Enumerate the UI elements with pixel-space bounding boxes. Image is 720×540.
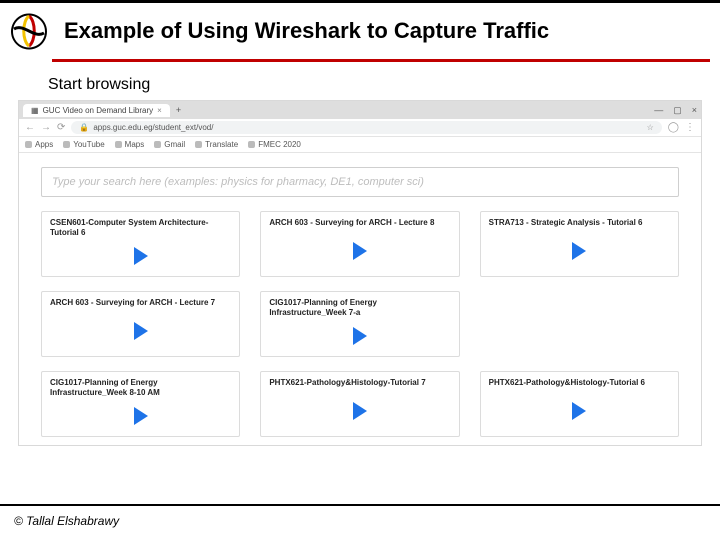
- video-card[interactable]: STRA713 - Strategic Analysis - Tutorial …: [480, 211, 679, 277]
- video-card[interactable]: ARCH 603 - Surveying for ARCH - Lecture …: [260, 211, 459, 277]
- bookmark-icon: [154, 141, 161, 148]
- tab-title: GUC Video on Demand Library: [43, 106, 154, 115]
- bookmark-label: Gmail: [164, 140, 185, 149]
- slide-header: Example of Using Wireshark to Capture Tr…: [0, 0, 720, 55]
- bookmark-label: Translate: [205, 140, 238, 149]
- play-icon[interactable]: [353, 242, 367, 260]
- play-icon[interactable]: [572, 242, 586, 260]
- bookmarks-bar: Apps YouTube Maps Gmail Translate FMEC 2…: [19, 137, 701, 153]
- video-card[interactable]: PHTX621-Pathology&Histology-Tutorial 6: [480, 371, 679, 437]
- video-card[interactable]: CIG1017-Planning of Energy Infrastructur…: [260, 291, 459, 357]
- tab-favicon: ▦: [31, 106, 39, 115]
- tab-close-icon[interactable]: ×: [157, 106, 162, 115]
- video-title: CSEN601-Computer System Architecture-Tut…: [50, 218, 231, 237]
- bookmark-icon: [195, 141, 202, 148]
- browser-tabbar: ▦ GUC Video on Demand Library × + — ▢ ×: [19, 101, 701, 119]
- search-input[interactable]: Type your search here (examples: physics…: [41, 167, 679, 197]
- video-title: CIG1017-Planning of Energy Infrastructur…: [269, 298, 450, 317]
- play-area: [269, 396, 450, 426]
- page-content: Type your search here (examples: physics…: [19, 153, 701, 445]
- window-minimize-icon[interactable]: —: [654, 105, 663, 116]
- bookmark-youtube[interactable]: YouTube: [63, 140, 104, 149]
- browser-window: ▦ GUC Video on Demand Library × + — ▢ × …: [18, 100, 702, 446]
- bookmark-label: YouTube: [73, 140, 104, 149]
- play-area: [50, 316, 231, 346]
- browser-menu-icon[interactable]: ⋮: [685, 122, 695, 133]
- lock-icon: 🔒: [79, 123, 89, 132]
- play-area: [269, 236, 450, 266]
- play-icon[interactable]: [353, 327, 367, 345]
- video-title: ARCH 603 - Surveying for ARCH - Lecture …: [269, 218, 450, 228]
- play-icon[interactable]: [134, 322, 148, 340]
- guc-logo: [6, 11, 52, 51]
- slide-subheading: Start browsing: [48, 76, 720, 94]
- video-card[interactable]: CIG1017-Planning of Energy Infrastructur…: [41, 371, 240, 437]
- nav-reload-icon[interactable]: ⟳: [57, 122, 65, 133]
- apps-icon: [25, 141, 32, 148]
- new-tab-button[interactable]: +: [176, 105, 181, 115]
- play-area: [50, 245, 231, 266]
- video-card[interactable]: ARCH 603 - Surveying for ARCH - Lecture …: [41, 291, 240, 357]
- footer-rule: [0, 504, 720, 506]
- address-bar[interactable]: 🔒 apps.guc.edu.eg/student_ext/vod/ ☆: [71, 121, 661, 134]
- video-title: ARCH 603 - Surveying for ARCH - Lecture …: [50, 298, 231, 308]
- apps-shortcut[interactable]: Apps: [25, 140, 53, 149]
- bookmark-label: Maps: [125, 140, 145, 149]
- title-underline: [52, 59, 710, 62]
- address-bar-row: ← → ⟳ 🔒 apps.guc.edu.eg/student_ext/vod/…: [19, 119, 701, 137]
- window-maximize-icon[interactable]: ▢: [673, 105, 682, 116]
- play-icon[interactable]: [134, 247, 148, 265]
- video-title: PHTX621-Pathology&Histology-Tutorial 7: [269, 378, 450, 388]
- play-icon[interactable]: [353, 402, 367, 420]
- play-area: [269, 325, 450, 346]
- nav-back-icon[interactable]: ←: [25, 122, 35, 133]
- play-area: [489, 396, 670, 426]
- slide-footer: © Tallal Elshabrawy: [14, 514, 119, 528]
- url-text: apps.guc.edu.eg/student_ext/vod/: [93, 123, 213, 132]
- play-area: [50, 405, 231, 426]
- video-card[interactable]: CSEN601-Computer System Architecture-Tut…: [41, 211, 240, 277]
- video-card[interactable]: PHTX621-Pathology&Histology-Tutorial 7: [260, 371, 459, 437]
- bookmark-fmec[interactable]: FMEC 2020: [248, 140, 301, 149]
- bookmark-icon: [115, 141, 122, 148]
- video-grid: CSEN601-Computer System Architecture-Tut…: [41, 211, 679, 437]
- bookmark-maps[interactable]: Maps: [115, 140, 145, 149]
- video-title: STRA713 - Strategic Analysis - Tutorial …: [489, 218, 670, 228]
- window-close-icon[interactable]: ×: [692, 105, 697, 116]
- window-controls: — ▢ ×: [654, 105, 697, 116]
- play-area: [489, 236, 670, 266]
- play-icon[interactable]: [572, 402, 586, 420]
- apps-label: Apps: [35, 140, 53, 149]
- video-title: CIG1017-Planning of Energy Infrastructur…: [50, 378, 231, 397]
- browser-tab[interactable]: ▦ GUC Video on Demand Library ×: [23, 104, 170, 117]
- bookmark-icon: [248, 141, 255, 148]
- bookmark-gmail[interactable]: Gmail: [154, 140, 185, 149]
- bookmark-star-icon[interactable]: ☆: [647, 123, 654, 132]
- slide-title: Example of Using Wireshark to Capture Tr…: [60, 18, 710, 44]
- bookmark-translate[interactable]: Translate: [195, 140, 238, 149]
- bookmark-label: FMEC 2020: [258, 140, 301, 149]
- bookmark-icon: [63, 141, 70, 148]
- play-icon[interactable]: [134, 407, 148, 425]
- profile-avatar-icon[interactable]: ◯: [668, 122, 679, 133]
- video-title: PHTX621-Pathology&Histology-Tutorial 6: [489, 378, 670, 388]
- nav-forward-icon[interactable]: →: [41, 122, 51, 133]
